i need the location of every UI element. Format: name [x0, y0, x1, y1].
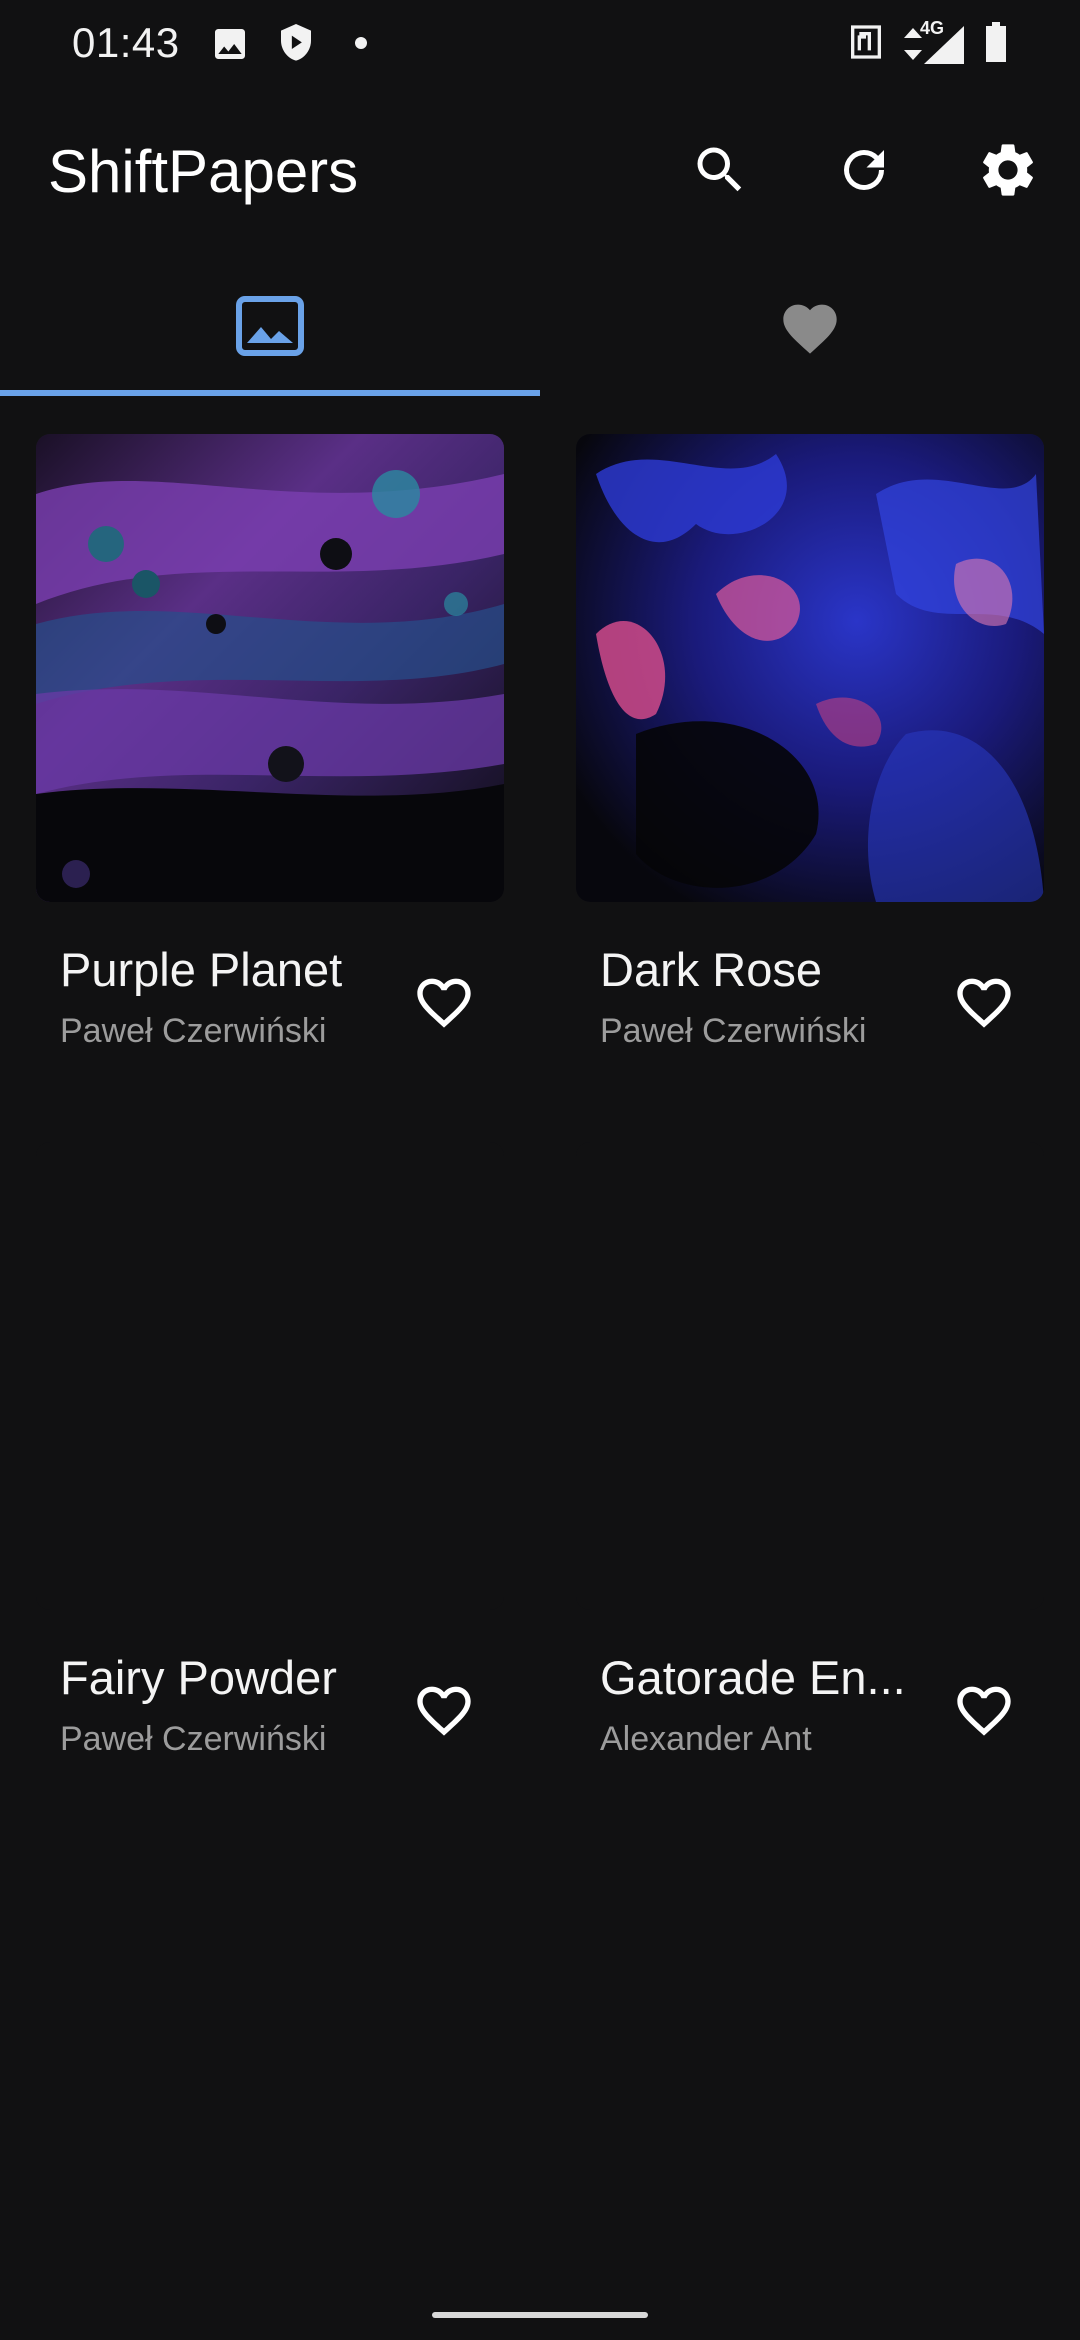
- wallpaper-author: Paweł Czerwiński: [60, 1012, 327, 1050]
- settings-button[interactable]: [966, 130, 1050, 214]
- gesture-nav-handle[interactable]: [432, 2312, 648, 2318]
- gear-icon: [976, 138, 1040, 207]
- tab-indicator: [0, 390, 540, 396]
- wallpaper-title: Purple Planet: [60, 943, 343, 996]
- tab-favorites[interactable]: [540, 260, 1080, 396]
- wallpaper-thumbnail[interactable]: [36, 1142, 504, 1610]
- tab-wallpapers[interactable]: [0, 260, 540, 396]
- tab-bar: [0, 260, 1080, 400]
- wallpaper-author: Alexander Ant: [600, 1720, 812, 1758]
- favorite-button[interactable]: [408, 1674, 480, 1746]
- favorite-button[interactable]: [948, 966, 1020, 1038]
- wallpaper-card[interactable]: Purple Planet Paweł Czerwiński: [36, 434, 504, 1074]
- screen: 01:43 4G ShiftPapers Purple Planet Paweł…: [0, 0, 1080, 2340]
- refresh-button[interactable]: [822, 130, 906, 214]
- nfc-icon: [846, 22, 886, 62]
- wallpaper-card[interactable]: Fairy Powder Paweł Czerwiński: [36, 1142, 504, 1782]
- refresh-icon: [834, 140, 894, 205]
- wallpaper-title: Dark Rose: [600, 943, 823, 996]
- app-bar: ShiftPapers: [0, 100, 1080, 240]
- dot-icon: [354, 36, 368, 50]
- heart-outline-icon: [952, 1678, 1016, 1743]
- wallpaper-card[interactable]: Gatorade En... Alexander Ant: [576, 1142, 1044, 1782]
- wallpaper-author: Paweł Czerwiński: [600, 1012, 867, 1050]
- wallpaper-author: Paweł Czerwiński: [60, 1720, 327, 1758]
- wallpaper-thumbnail[interactable]: [576, 1142, 1044, 1610]
- battery-icon: [984, 22, 1008, 62]
- favorite-button[interactable]: [948, 1674, 1020, 1746]
- status-bar: 01:43 4G: [0, 0, 1080, 84]
- search-button[interactable]: [678, 130, 762, 214]
- wallpaper-title: Gatorade En...: [600, 1651, 906, 1704]
- image-icon: [210, 24, 250, 64]
- search-icon: [690, 140, 750, 205]
- status-time: 01:43: [72, 19, 180, 66]
- heart-outline-icon: [952, 970, 1016, 1035]
- heart-outline-icon: [412, 970, 476, 1035]
- app-title: ShiftPapers: [48, 138, 359, 205]
- signal-icon: [924, 26, 964, 64]
- heart-icon: [778, 296, 842, 361]
- wallpaper-thumbnail[interactable]: [576, 434, 1044, 902]
- wallpaper-thumbnail[interactable]: [36, 434, 504, 902]
- wallpapers-icon: [235, 295, 305, 362]
- favorite-button[interactable]: [408, 966, 480, 1038]
- heart-outline-icon: [412, 1678, 476, 1743]
- shield-play-icon: [276, 22, 316, 66]
- wallpaper-card[interactable]: Dark Rose Paweł Czerwiński: [576, 434, 1044, 1074]
- wallpaper-title: Fairy Powder: [60, 1651, 337, 1704]
